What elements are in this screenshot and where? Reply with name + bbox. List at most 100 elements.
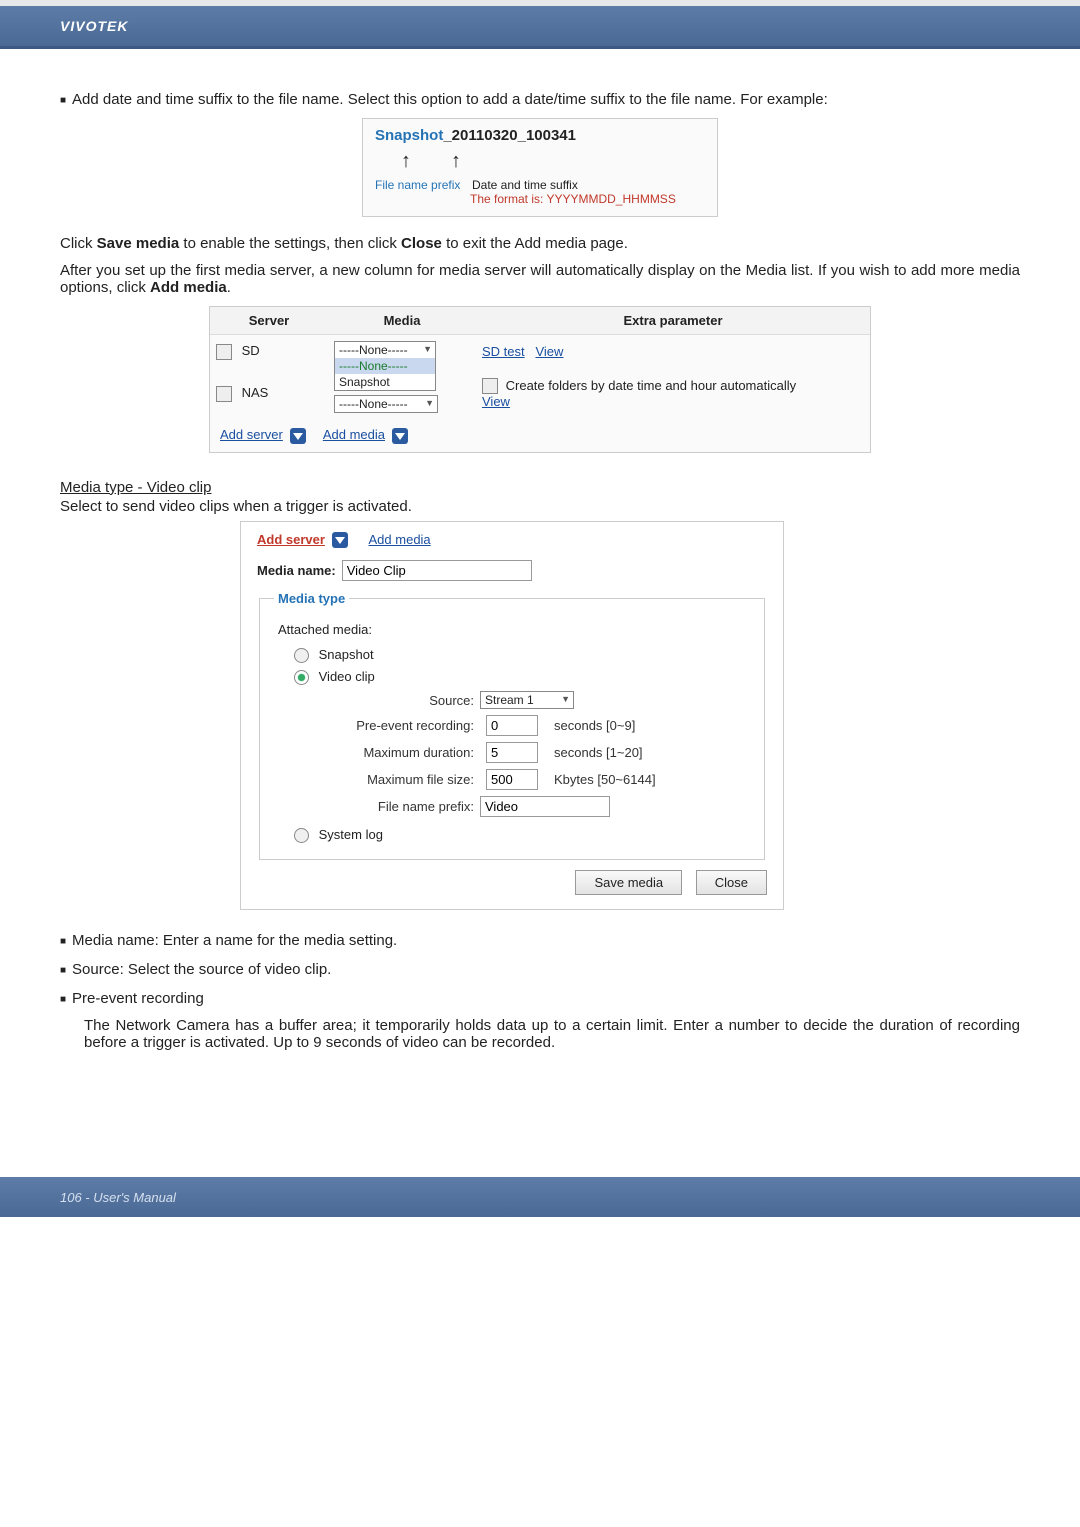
dialog-actions: Save media Close <box>257 870 767 895</box>
bullet-text: Media name: Enter a name for the media s… <box>72 932 397 949</box>
chevron-down-icon[interactable] <box>392 428 408 444</box>
source-row: Source: Stream 1 <box>324 691 750 709</box>
dropdown-option[interactable]: Snapshot <box>335 374 435 390</box>
source-dropdown[interactable]: Stream 1 <box>480 691 574 709</box>
bold: Save media <box>97 235 180 252</box>
filename-prefix: Snapshot <box>375 127 443 144</box>
sd-test-link[interactable]: SD test <box>482 344 525 359</box>
table-row: NAS Create folders by date time and hour… <box>210 368 870 419</box>
server-name: NAS <box>242 385 269 400</box>
media-type-fieldset: Media type Attached media: Snapshot Vide… <box>259 591 765 860</box>
save-media-button[interactable]: Save media <box>575 870 682 895</box>
bullet-icon: ■ <box>60 91 66 106</box>
radio-icon-selected[interactable] <box>294 670 309 685</box>
dropdown-option-selected[interactable]: -----None----- <box>335 358 435 374</box>
dialog-top-links: Add server Add media <box>257 532 767 549</box>
option-video-clip[interactable]: Video clip <box>294 669 750 685</box>
file-name-prefix-label: File name prefix <box>375 178 460 192</box>
text: to enable the settings, then click <box>179 235 401 252</box>
create-folders-label: Create folders by date time and hour aut… <box>506 378 797 393</box>
pre-event-description: The Network Camera has a buffer area; it… <box>60 1017 1020 1051</box>
add-media-link[interactable]: Add media <box>369 532 431 547</box>
view-link[interactable]: View <box>535 344 563 359</box>
media-type-video-clip-heading: Media type - Video clip <box>60 479 1020 496</box>
save-media-instruction: Click Save media to enable the settings,… <box>60 235 1020 252</box>
max-filesize-input[interactable] <box>486 769 538 790</box>
option-snapshot[interactable]: Snapshot <box>294 647 750 663</box>
bullet-datetime-suffix: ■ Add date and time suffix to the file n… <box>60 91 1020 108</box>
file-name-prefix-input[interactable] <box>480 796 610 817</box>
max-duration-input[interactable] <box>486 742 538 763</box>
bold: Add media <box>150 279 227 296</box>
add-media-dialog: Add server Add media Media name: Media t… <box>240 521 784 911</box>
checkbox-nas[interactable] <box>216 386 232 402</box>
format-label: The format is: YYYYMMDD_HHMMSS <box>470 192 705 206</box>
arrows-row: ↑↑ <box>375 150 705 173</box>
section-subtext: Select to send video clips when a trigge… <box>60 498 1020 515</box>
checkbox-create-folders[interactable] <box>482 378 498 394</box>
pre-event-label: Pre-event recording: <box>324 718 474 733</box>
th-server: Server <box>210 307 328 335</box>
panel-footer: Add server Add media <box>210 419 870 452</box>
media-type-legend: Media type <box>274 591 349 606</box>
option-label: System log <box>319 827 383 842</box>
media-dropdown-sd[interactable]: -----None----- -----None----- Snapshot <box>334 341 436 391</box>
add-media-link[interactable]: Add media <box>323 427 385 442</box>
option-system-log[interactable]: System log <box>294 827 750 843</box>
chevron-down-icon[interactable] <box>332 532 348 548</box>
max-duration-hint: seconds [1~20] <box>554 745 643 760</box>
media-table: Server Media Extra parameter SD -----Non… <box>210 307 870 419</box>
filename-example-box: Snapshot_20110320_100341 ↑↑ File name pr… <box>362 118 718 217</box>
text: Click <box>60 235 97 252</box>
pre-event-row: Pre-event recording: seconds [0~9] <box>324 715 750 736</box>
th-extra: Extra parameter <box>476 307 870 335</box>
pre-event-hint: seconds [0~9] <box>554 718 635 733</box>
bullet-icon: ■ <box>60 990 66 1005</box>
chevron-down-icon[interactable] <box>290 428 306 444</box>
bullet-pre-event: ■ Pre-event recording <box>60 990 1020 1007</box>
page-content: ■ Add date and time suffix to the file n… <box>0 49 1080 1177</box>
max-duration-label: Maximum duration: <box>324 745 474 760</box>
max-filesize-row: Maximum file size: Kbytes [50~6144] <box>324 769 750 790</box>
example-filename: Snapshot_20110320_100341 <box>375 127 705 144</box>
add-server-link[interactable]: Add server <box>220 427 283 442</box>
footer-bar: 106 - User's Manual <box>0 1177 1080 1217</box>
add-server-link[interactable]: Add server <box>257 532 325 547</box>
media-name-row: Media name: <box>257 560 767 581</box>
bullet-icon: ■ <box>60 932 66 947</box>
server-name: SD <box>242 343 260 358</box>
max-filesize-label: Maximum file size: <box>324 772 474 787</box>
radio-icon[interactable] <box>294 828 309 843</box>
option-label: Snapshot <box>319 647 374 662</box>
text: to exit the Add media page. <box>442 235 628 252</box>
source-label: Source: <box>324 693 474 708</box>
view-link[interactable]: View <box>482 394 510 409</box>
checkbox-sd[interactable] <box>216 344 232 360</box>
bullet-text: Pre-event recording <box>72 990 204 1007</box>
table-row: SD -----None----- -----None----- Snapsho… <box>210 335 870 369</box>
th-media: Media <box>328 307 476 335</box>
attached-media-label: Attached media: <box>278 622 750 637</box>
close-button[interactable]: Close <box>696 870 767 895</box>
media-list-panel: Server Media Extra parameter SD -----Non… <box>209 306 871 453</box>
pre-event-input[interactable] <box>486 715 538 736</box>
file-name-prefix-label: File name prefix: <box>324 799 474 814</box>
page-number: 106 - User's Manual <box>60 1190 176 1205</box>
bullet-text: Source: Select the source of video clip. <box>72 961 331 978</box>
option-label: Video clip <box>319 669 375 684</box>
filename-suffix: _20110320_100341 <box>443 127 576 144</box>
after-setup-paragraph: After you set up the first media server,… <box>60 262 1020 296</box>
file-name-prefix-row: File name prefix: <box>324 796 750 817</box>
date-time-suffix-label: Date and time suffix <box>472 178 578 192</box>
dropdown-option[interactable]: -----None----- <box>335 342 435 358</box>
arrow-labels: File name prefix Date and time suffix Th… <box>375 177 705 206</box>
bullet-icon: ■ <box>60 961 66 976</box>
radio-icon[interactable] <box>294 648 309 663</box>
media-dropdown-nas[interactable]: -----None----- <box>334 395 438 413</box>
bullet-media-name: ■ Media name: Enter a name for the media… <box>60 932 1020 949</box>
media-name-label: Media name: <box>257 563 336 578</box>
top-bar: VIVOTEK <box>0 0 1080 49</box>
bold: Close <box>401 235 442 252</box>
media-name-input[interactable] <box>342 560 532 581</box>
text: . <box>227 279 231 296</box>
